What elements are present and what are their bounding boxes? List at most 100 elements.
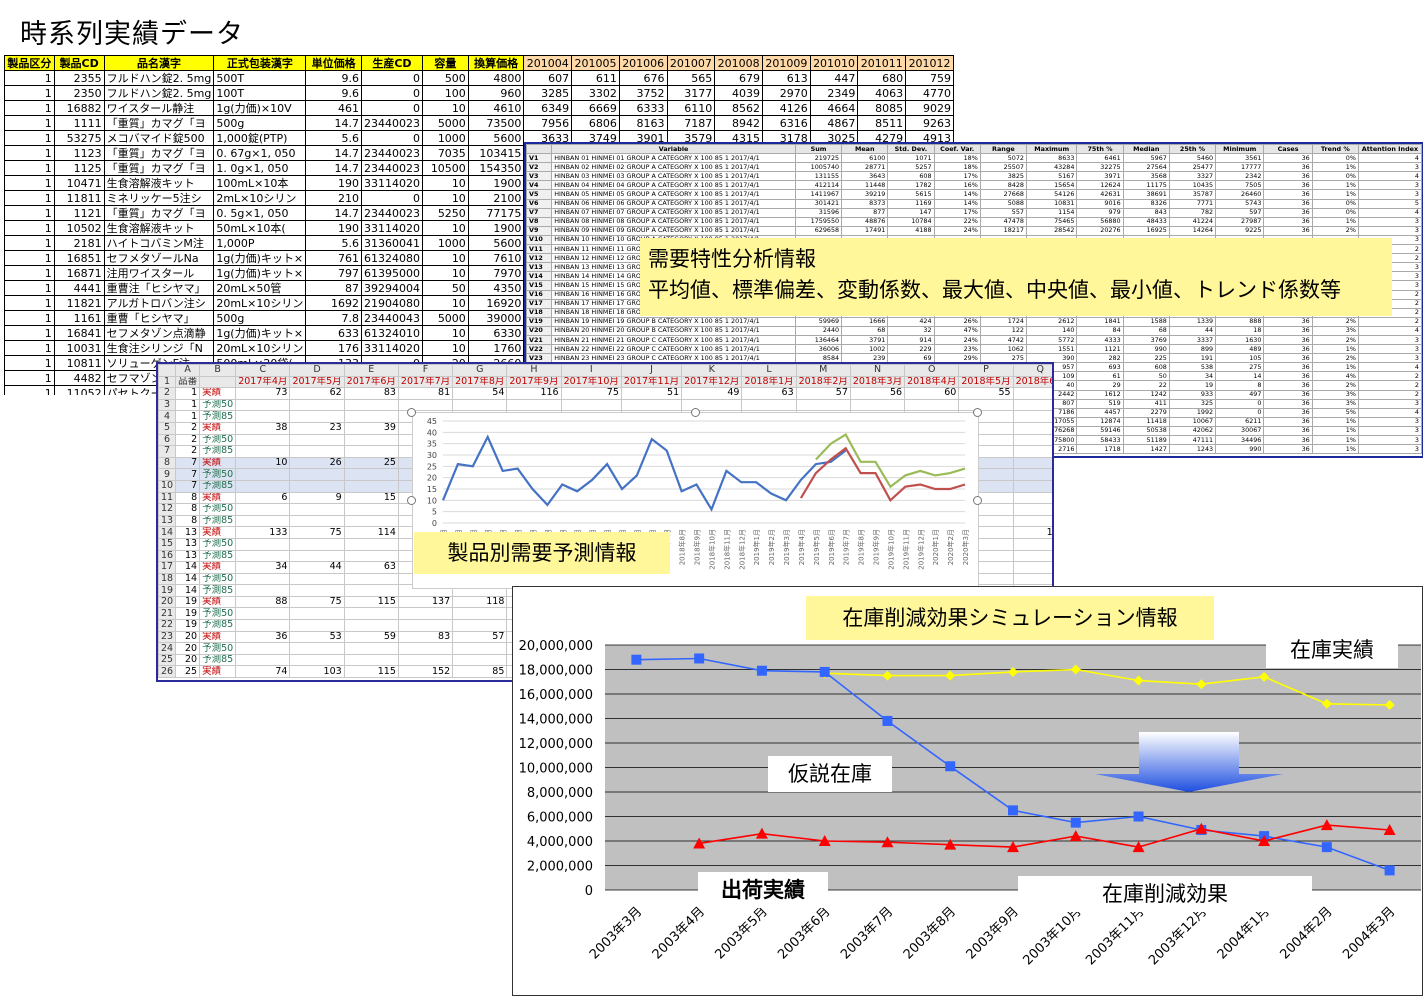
table-cell[interactable]: 116 [506,387,562,400]
table-cell[interactable]: 1g(力価)キット× [213,325,307,341]
table-cell[interactable]: 1125 [53,160,105,176]
table-cell[interactable]: 55 [958,387,1014,400]
column-header[interactable]: 201007 [666,55,716,71]
table-cell[interactable]: 5600 [467,130,525,146]
table-cell[interactable]: 2 [1357,380,1422,391]
table-cell[interactable]: 34496 [1215,434,1265,446]
table-cell[interactable]: 282 [1076,353,1124,364]
table-cell[interactable] [452,398,508,412]
table-cell[interactable]: 2% [1311,316,1359,327]
table-cell[interactable]: 48433 [1122,216,1170,227]
table-cell[interactable]: 3302 [571,85,620,101]
table-cell[interactable]: 2355 [53,70,105,86]
table-cell[interactable]: 3 [1357,216,1422,227]
table-cell[interactable]: 56880 [1076,216,1124,227]
table-cell[interactable]: 6110 [666,100,716,116]
table-cell[interactable]: 1 [4,265,55,281]
table-cell[interactable]: 予測50 [199,503,237,516]
column-header[interactable]: 製品CD [53,55,105,71]
table-cell[interactable] [1012,549,1052,563]
table-cell[interactable] [289,584,345,597]
table-cell[interactable] [1012,398,1052,412]
table-cell[interactable]: 3791 [841,334,889,346]
table-cell[interactable]: V11 [526,244,553,255]
resize-handle[interactable] [407,496,416,505]
row-number[interactable]: 25 [158,653,177,667]
table-cell[interactable]: V6 [526,198,553,209]
table-cell[interactable]: 28542 [1025,225,1078,236]
table-cell[interactable]: 24% [933,334,981,346]
table-cell[interactable]: 23% [933,344,981,355]
table-cell[interactable] [1012,503,1052,516]
table-cell[interactable]: 1071 [887,153,935,164]
table-cell[interactable]: 1121 [53,205,105,221]
table-cell[interactable] [289,653,345,667]
table-cell[interactable] [1012,445,1052,458]
table-cell[interactable]: 2342 [1215,171,1265,182]
table-cell[interactable]: 154350 [467,160,525,176]
table-cell[interactable]: V16 [526,289,553,300]
table-cell[interactable]: 11175 [1122,180,1170,191]
table-cell[interactable]: V5 [526,189,553,200]
table-cell[interactable]: 9225 [1215,225,1265,236]
table-cell[interactable]: 190 [305,175,362,191]
table-cell[interactable]: 26% [933,316,981,327]
table-cell[interactable]: 19 [175,595,201,609]
table-cell[interactable]: 0% [1311,171,1359,182]
table-cell[interactable]: 36 [1263,189,1313,200]
table-cell[interactable]: 5600 [467,235,525,251]
table-cell[interactable]: HINBAN 02 HINMEI 02 GROUP A CATEGORY X 1… [551,162,796,173]
table-cell[interactable]: 15654 [1025,180,1078,191]
table-cell[interactable]: 3 [1357,434,1422,446]
table-cell[interactable]: HINBAN 01 HINMEI 01 GROUP A CATEGORY X 1… [551,153,796,164]
table-cell[interactable]: 51 [620,387,683,400]
row-number[interactable]: 18 [158,572,177,586]
table-cell[interactable]: 36 [1263,362,1313,373]
table-cell[interactable]: 1 [4,325,55,341]
table-cell[interactable]: 1900 [467,220,525,236]
table-cell[interactable]: 19 [1168,380,1217,391]
table-cell[interactable]: 4 [1357,362,1422,373]
column-header[interactable]: 201011 [857,55,907,71]
table-cell[interactable]: 519 [1076,398,1124,409]
table-cell[interactable] [235,537,291,551]
table-cell[interactable]: 693 [1076,362,1124,373]
table-cell[interactable] [235,584,291,597]
table-cell[interactable] [289,479,345,493]
table-cell[interactable]: 36 [1263,216,1313,227]
table-cell[interactable]: 予測85 [199,584,237,597]
table-cell[interactable]: HINBAN 08 HINMEI 08 GROUP A CATEGORY X 1… [551,216,796,227]
column-letter[interactable]: Q [1012,364,1052,377]
table-cell[interactable]: 1g(力価)キット× [213,250,307,266]
table-cell[interactable]: 6100 [841,153,889,164]
table-cell[interactable]: 3 [1357,416,1422,427]
table-cell[interactable]: 13 [175,537,201,551]
table-cell[interactable]: 1992 [1168,407,1217,418]
column-letter[interactable]: I [560,364,622,377]
table-cell[interactable]: 33114020 [360,340,423,356]
table-cell[interactable]: 73 [235,387,291,400]
table-cell[interactable]: 83 [397,630,454,644]
table-cell[interactable]: 10 [421,175,469,191]
table-cell[interactable]: 26460 [1215,189,1265,200]
table-cell[interactable]: 63 [343,561,399,574]
table-cell[interactable] [289,642,345,655]
table-cell[interactable] [289,398,345,412]
table-cell[interactable]: 14.7 [305,160,362,176]
table-cell[interactable]: 0 [1215,407,1265,418]
table-cell[interactable]: 5000 [421,115,469,131]
table-cell[interactable]: 14% [933,189,981,200]
column-header[interactable]: 品名漢字 [103,55,215,71]
table-cell[interactable]: 5072 [979,153,1028,164]
table-cell[interactable]: 36 [1263,225,1313,236]
table-cell[interactable]: 20 [175,642,201,655]
table-cell[interactable]: 0. 67g×1, 050 [213,145,307,161]
column-header[interactable]: Variable [551,144,796,155]
table-cell[interactable]: 77175 [467,205,525,221]
table-cell[interactable] [235,445,291,458]
table-cell[interactable]: 47478 [979,216,1028,227]
table-cell[interactable]: 10067 [1168,416,1217,427]
table-cell[interactable]: 4664 [809,100,859,116]
table-cell[interactable]: 1% [1311,425,1359,437]
table-cell[interactable]: 3337 [1168,334,1217,346]
